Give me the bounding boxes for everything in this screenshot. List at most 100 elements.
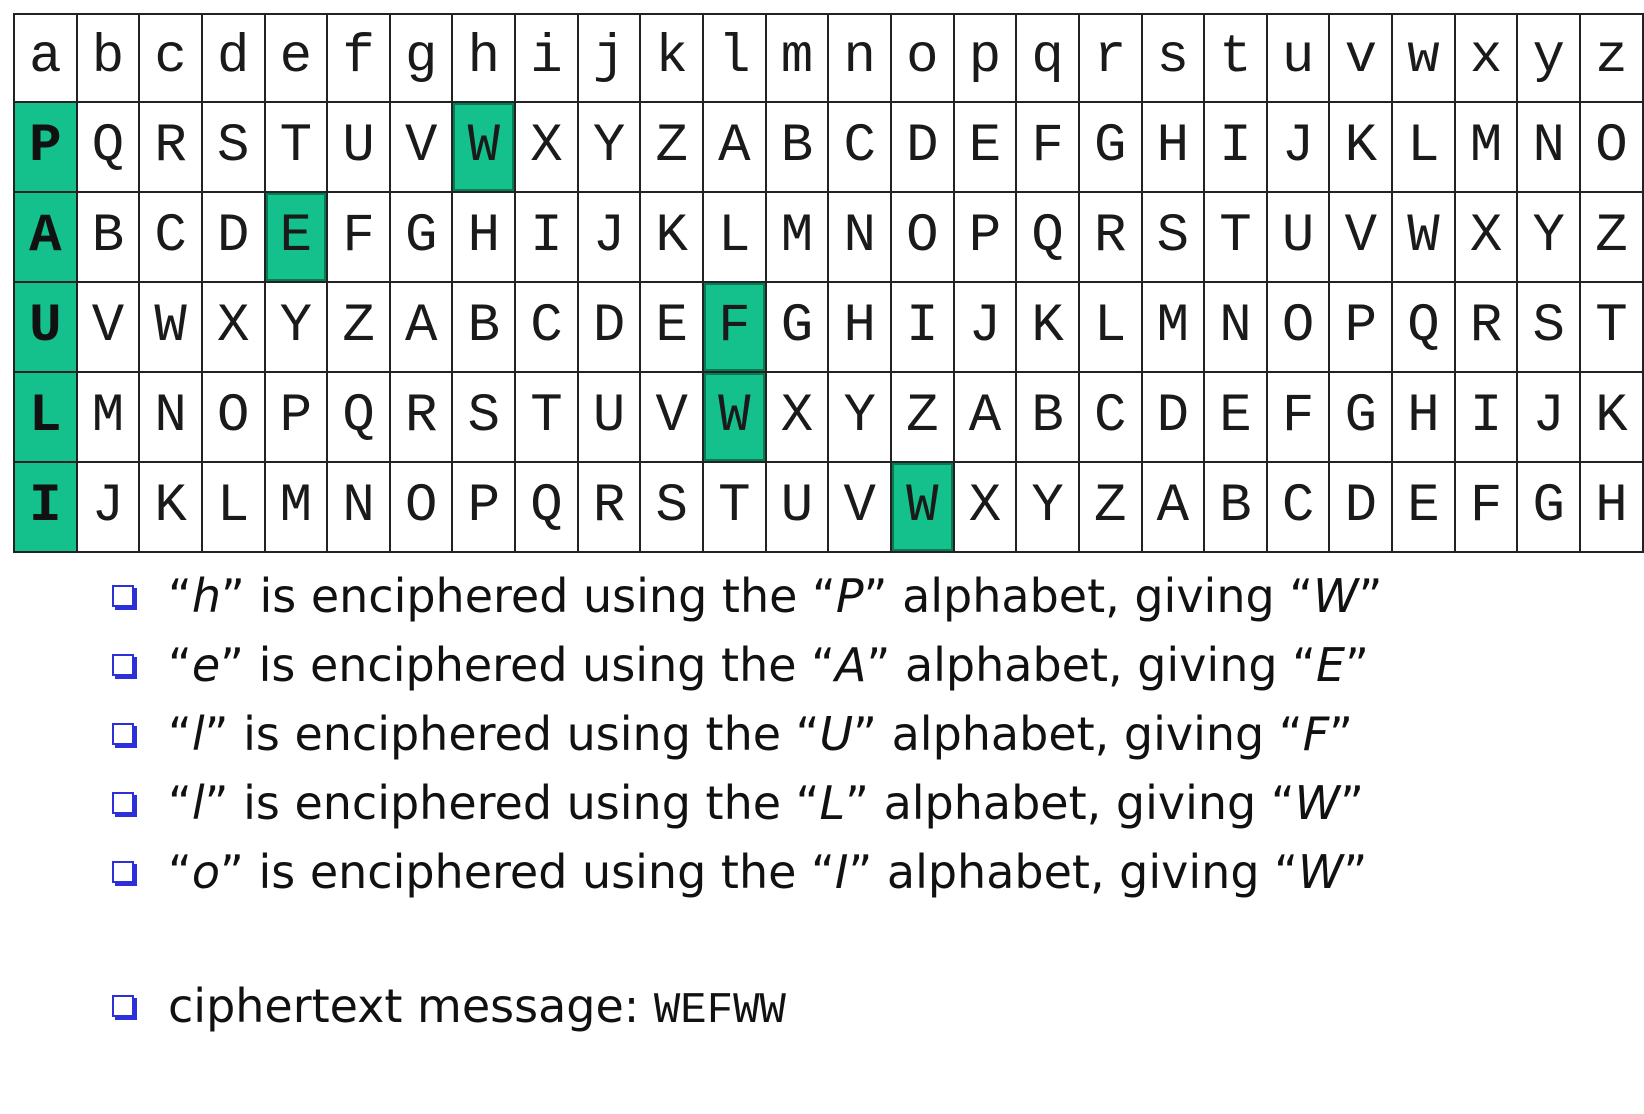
bullet-item: “o” is enciphered using the “I” alphabet… [110,841,1382,910]
cipher-letter-cell: S [1140,191,1206,283]
highlighted-cipher-cell: F [702,281,767,373]
plain-letter-cell: h [451,13,517,103]
cipher-letter-cell: Z [326,281,391,373]
cipher-letter-cell: B [451,281,517,373]
cipher-letter-cell: A [388,281,454,373]
cipher-letter-cell: J [576,191,642,283]
cipher-letter-cell: N [1203,281,1268,373]
cipher-letter-cell: Q [326,371,391,463]
cipher-letter-cell: A [1140,461,1206,553]
cipher-letter-cell: X [764,371,830,463]
plain-letter-cell: m [764,13,830,103]
cipher-letter-cell: C [1265,461,1331,553]
cipher-alphabet-row: IJKLMNOPQRSTUVWXYZABCDEFGH [13,461,1644,553]
highlighted-cipher-cell: W [889,461,955,553]
cipher-letter-cell: F [1265,371,1331,463]
bullet-text: “l” is enciphered using the “U” alphabet… [168,707,1354,761]
explanation-list: “h” is enciphered using the “P” alphabet… [110,565,1382,1044]
plain-letter-cell: t [1203,13,1268,103]
cipher-letter-cell: F [326,191,391,283]
plain-letter-cell: l [702,13,767,103]
cipher-letter-cell: H [451,191,517,283]
cipher-letter-cell: F [1453,461,1519,553]
cipher-letter-cell: P [952,191,1018,283]
highlighted-cipher-cell: W [702,371,767,463]
cipher-letter-cell: D [1328,461,1394,553]
square-bullet-icon [112,585,134,607]
cipher-letter-cell: T [702,461,767,553]
plain-letter-cell: s [1140,13,1206,103]
plain-letter-cell: k [639,13,705,103]
cipher-letter-cell: U [764,461,830,553]
plain-letter-cell: b [75,13,141,103]
bullet-text: “l” is enciphered using the “L” alphabet… [168,776,1364,830]
cipher-letter-cell: Y [1516,191,1582,283]
cipher-letter-cell: U [576,371,642,463]
cipher-letter-cell: S [639,461,705,553]
square-bullet-icon [112,792,134,814]
plain-letter-cell: i [514,13,579,103]
bullet-item: “h” is enciphered using the “P” alphabet… [110,565,1382,634]
cipher-letter-cell: G [1077,101,1143,193]
cipher-alphabet-row: ABCDEFGHIJKLMNOPQRSTUVWXYZ [13,191,1644,283]
vigenere-grid: abcdefghijklmnopqrstuvwxyzPQRSTUVWXYZABC… [13,13,1644,553]
cipher-letter-cell: K [138,461,203,553]
square-bullet-icon [112,654,134,676]
cipher-letter-cell: E [639,281,705,373]
cipher-letter-cell: C [138,191,203,283]
cipher-letter-cell: I [1453,371,1519,463]
cipher-letter-cell: M [1140,281,1206,373]
bullet-text: “h” is enciphered using the “P” alphabet… [168,569,1383,623]
plain-letter-cell: g [388,13,454,103]
bullet-text: “o” is enciphered using the “I” alphabet… [168,845,1368,899]
cipher-letter-cell: D [1140,371,1206,463]
cipher-letter-cell: I [889,281,955,373]
cipher-letter-cell: O [1579,101,1644,193]
cipher-letter-cell: J [1265,101,1331,193]
cipher-letter-cell: Z [889,371,955,463]
key-letter-cell: U [13,281,78,373]
cipher-letter-cell: G [388,191,454,283]
key-letter-cell: I [13,461,78,553]
plain-letter-cell: p [952,13,1018,103]
cipher-letter-cell: J [1516,371,1582,463]
cipher-letter-cell: O [388,461,454,553]
cipher-letter-cell: L [702,191,767,283]
cipher-letter-cell: B [764,101,830,193]
cipher-letter-cell: V [639,371,705,463]
cipher-letter-cell: R [1453,281,1519,373]
cipher-letter-cell: L [1077,281,1143,373]
cipher-letter-cell: S [200,101,266,193]
bullet-item: “l” is enciphered using the “U” alphabet… [110,703,1382,772]
cipher-letter-cell: T [514,371,579,463]
highlighted-cipher-cell: E [263,191,329,283]
cipher-letter-cell: K [1328,101,1394,193]
cipher-letter-cell: E [1203,371,1268,463]
cipher-letter-cell: U [1265,191,1331,283]
cipher-letter-cell: B [1015,371,1080,463]
cipher-letter-cell: Z [1579,191,1644,283]
cipher-letter-cell: Z [1077,461,1143,553]
slide: abcdefghijklmnopqrstuvwxyzPQRSTUVWXYZABC… [0,0,1644,1114]
plain-letter-cell: o [889,13,955,103]
cipher-letter-cell: X [200,281,266,373]
key-letter-cell: L [13,371,78,463]
cipher-letter-cell: W [138,281,203,373]
square-bullet-icon [112,861,134,883]
cipher-letter-cell: M [263,461,329,553]
cipher-letter-cell: V [388,101,454,193]
cipher-letter-cell: G [764,281,830,373]
cipher-letter-cell: G [1516,461,1582,553]
plain-letter-cell: v [1328,13,1394,103]
cipher-letter-cell: Y [576,101,642,193]
cipher-letter-cell: P [451,461,517,553]
cipher-letter-cell: X [514,101,579,193]
cipher-letter-cell: Q [1391,281,1456,373]
cipher-letter-cell: K [1579,371,1644,463]
key-letter-cell: P [13,101,78,193]
cipher-letter-cell: G [1328,371,1394,463]
plain-letter-cell: u [1265,13,1331,103]
bullet-text: “e” is enciphered using the “A” alphabet… [168,638,1369,692]
cipher-letter-cell: L [200,461,266,553]
cipher-letter-cell: E [952,101,1018,193]
